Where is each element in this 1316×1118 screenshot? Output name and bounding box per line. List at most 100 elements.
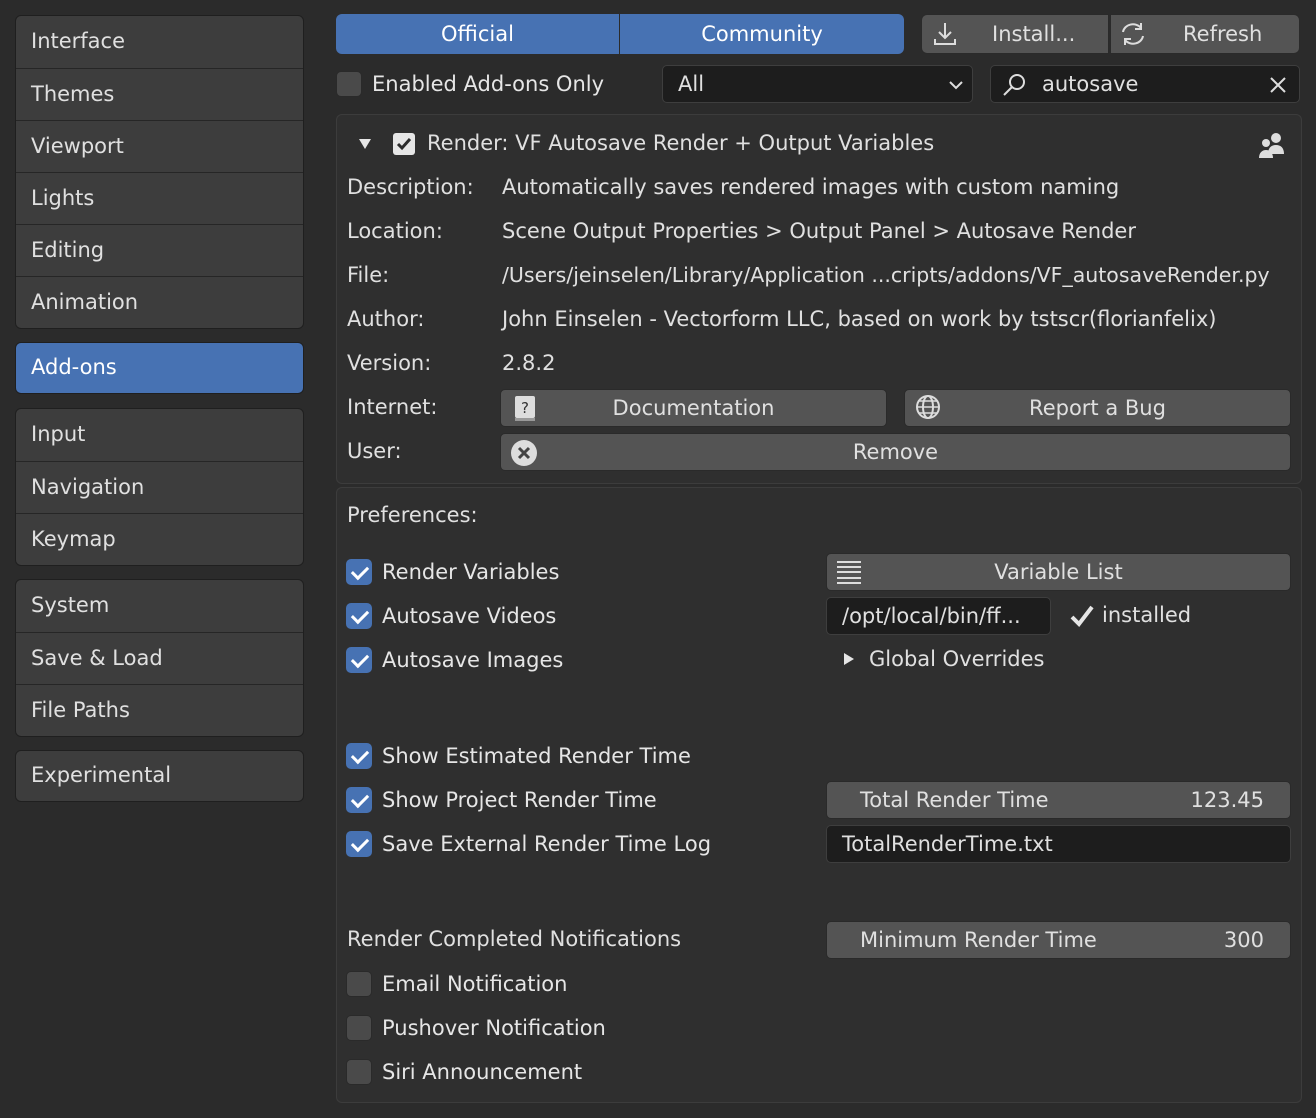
enabled-only-checkbox[interactable]: Enabled Add-ons Only bbox=[336, 71, 604, 97]
show-estimated-label: Show Estimated Render Time bbox=[382, 744, 691, 768]
internet-label: Internet: bbox=[347, 395, 438, 419]
save-external-log-label: Save External Render Time Log bbox=[382, 832, 712, 856]
notifications-heading: Render Completed Notifications bbox=[347, 927, 682, 951]
sidebar-group-interface: Interface Themes Viewport Lights Editing… bbox=[15, 15, 304, 329]
autosave-videos-label: Autosave Videos bbox=[382, 604, 557, 628]
refresh-label: Refresh bbox=[1183, 22, 1263, 46]
description-label: Description: bbox=[347, 175, 474, 199]
sidebar-group-input: Input Navigation Keymap bbox=[15, 408, 304, 566]
search-field[interactable]: autosave bbox=[990, 65, 1300, 103]
sidebar-item-input[interactable]: Input bbox=[16, 409, 303, 461]
variable-list-label: Variable List bbox=[994, 560, 1123, 584]
category-dropdown[interactable]: All bbox=[662, 65, 973, 103]
sidebar-item-navigation[interactable]: Navigation bbox=[16, 461, 303, 513]
autosave-videos-checkbox[interactable]: Autosave Videos bbox=[346, 603, 556, 629]
email-notification-checkbox[interactable]: Email Notification bbox=[346, 971, 567, 997]
sidebar-item-viewport[interactable]: Viewport bbox=[16, 120, 303, 172]
download-icon bbox=[930, 19, 960, 49]
checkmark-icon bbox=[1068, 602, 1096, 630]
close-icon[interactable] bbox=[1267, 74, 1289, 96]
documentation-button[interactable]: ? Documentation bbox=[500, 389, 887, 427]
show-estimated-box[interactable] bbox=[346, 743, 372, 769]
location-label: Location: bbox=[347, 219, 443, 243]
install-label: Install... bbox=[992, 22, 1076, 46]
file-label: File: bbox=[347, 263, 390, 287]
siri-announcement-label: Siri Announcement bbox=[382, 1060, 583, 1084]
sidebar-item-system[interactable]: System bbox=[16, 580, 303, 632]
description-value: Automatically saves rendered images with… bbox=[502, 175, 1120, 199]
sidebar-item-addons[interactable]: Add-ons bbox=[16, 343, 303, 393]
total-render-time-field[interactable]: Total Render Time 123.45 bbox=[826, 781, 1291, 819]
autosave-images-label: Autosave Images bbox=[382, 648, 564, 672]
sidebar-item-interface[interactable]: Interface bbox=[16, 16, 303, 68]
addon-title: Render: VF Autosave Render + Output Vari… bbox=[427, 131, 935, 155]
search-input[interactable]: autosave bbox=[1042, 72, 1138, 96]
sidebar-item-experimental[interactable]: Experimental bbox=[16, 751, 303, 801]
sidebar-item-animation[interactable]: Animation bbox=[16, 276, 303, 328]
autosave-videos-box[interactable] bbox=[346, 603, 372, 629]
render-variables-box[interactable] bbox=[346, 559, 372, 585]
sidebar-group-addons: Add-ons bbox=[15, 342, 304, 394]
show-estimated-checkbox[interactable]: Show Estimated Render Time bbox=[346, 743, 691, 769]
sidebar-item-file-paths[interactable]: File Paths bbox=[16, 684, 303, 736]
show-project-box[interactable] bbox=[346, 787, 372, 813]
user-label: User: bbox=[347, 439, 402, 463]
community-user-icon bbox=[1256, 129, 1288, 161]
ffmpeg-path-field[interactable]: /opt/local/bin/ff... bbox=[826, 597, 1051, 635]
save-external-log-box[interactable] bbox=[346, 831, 372, 857]
show-project-checkbox[interactable]: Show Project Render Time bbox=[346, 787, 657, 813]
addon-enabled-checkbox[interactable] bbox=[393, 133, 415, 155]
log-file-value: TotalRenderTime.txt bbox=[842, 832, 1053, 856]
author-label: Author: bbox=[347, 307, 425, 331]
sidebar-group-experimental: Experimental bbox=[15, 750, 304, 802]
community-tab[interactable]: Community bbox=[620, 14, 904, 54]
pushover-notification-checkbox[interactable]: Pushover Notification bbox=[346, 1015, 606, 1041]
preferences-heading: Preferences: bbox=[347, 503, 478, 527]
chevron-down-icon bbox=[946, 75, 966, 95]
report-bug-button[interactable]: Report a Bug bbox=[904, 389, 1291, 427]
author-value: John Einselen - Vectorform LLC, based on… bbox=[502, 307, 1217, 331]
autosave-images-box[interactable] bbox=[346, 647, 372, 673]
siri-announcement-checkbox[interactable]: Siri Announcement bbox=[346, 1059, 582, 1085]
sidebar-item-save-load[interactable]: Save & Load bbox=[16, 632, 303, 684]
expand-triangle-icon[interactable] bbox=[840, 650, 858, 668]
enabled-only-box[interactable] bbox=[336, 71, 362, 97]
email-notification-box[interactable] bbox=[346, 971, 372, 997]
refresh-button[interactable]: Refresh bbox=[1110, 14, 1300, 54]
min-render-time-label: Minimum Render Time bbox=[860, 928, 1097, 952]
location-value: Scene Output Properties > Output Panel >… bbox=[502, 219, 1136, 243]
documentation-label: Documentation bbox=[612, 396, 775, 420]
save-external-log-checkbox[interactable]: Save External Render Time Log bbox=[346, 831, 711, 857]
sidebar-item-editing[interactable]: Editing bbox=[16, 224, 303, 276]
pushover-notification-box[interactable] bbox=[346, 1015, 372, 1041]
show-project-label: Show Project Render Time bbox=[382, 788, 657, 812]
category-value: All bbox=[678, 72, 705, 96]
global-overrides-label[interactable]: Global Overrides bbox=[869, 647, 1044, 671]
sidebar-group-system: System Save & Load File Paths bbox=[15, 579, 304, 737]
ffmpeg-path-value: /opt/local/bin/ff... bbox=[842, 604, 1021, 628]
render-variables-checkbox[interactable]: Render Variables bbox=[346, 559, 559, 585]
sidebar-item-lights[interactable]: Lights bbox=[16, 172, 303, 224]
email-notification-label: Email Notification bbox=[382, 972, 568, 996]
min-render-time-field[interactable]: Minimum Render Time 300 bbox=[826, 921, 1291, 959]
collapse-triangle-icon[interactable] bbox=[355, 134, 375, 154]
remove-button[interactable]: Remove bbox=[500, 433, 1291, 471]
official-tab[interactable]: Official bbox=[336, 14, 619, 54]
pushover-notification-label: Pushover Notification bbox=[382, 1016, 606, 1040]
sidebar-item-themes[interactable]: Themes bbox=[16, 68, 303, 120]
render-variables-label: Render Variables bbox=[382, 560, 560, 584]
version-label: Version: bbox=[347, 351, 432, 375]
search-icon bbox=[999, 70, 1029, 100]
sidebar-item-keymap[interactable]: Keymap bbox=[16, 513, 303, 565]
version-value: 2.8.2 bbox=[502, 351, 556, 375]
refresh-icon bbox=[1117, 19, 1149, 49]
autosave-images-checkbox[interactable]: Autosave Images bbox=[346, 647, 563, 673]
report-bug-label: Report a Bug bbox=[1029, 396, 1166, 420]
install-button[interactable]: Install... bbox=[921, 14, 1109, 54]
log-file-field[interactable]: TotalRenderTime.txt bbox=[826, 825, 1291, 863]
variable-list-button[interactable]: Variable List bbox=[826, 553, 1291, 591]
installed-label: installed bbox=[1102, 603, 1192, 627]
min-render-time-value: 300 bbox=[1223, 928, 1264, 952]
siri-announcement-box[interactable] bbox=[346, 1059, 372, 1085]
total-render-time-label: Total Render Time bbox=[860, 788, 1049, 812]
